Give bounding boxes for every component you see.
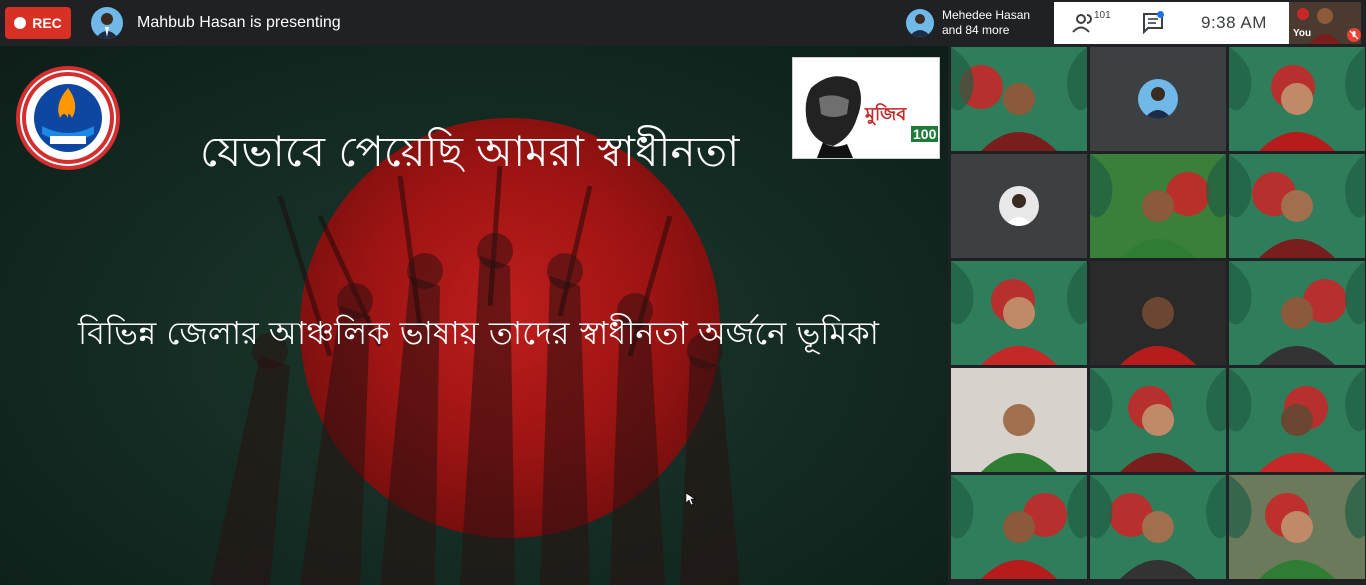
participant-video xyxy=(1229,368,1365,472)
chat-unread-dot xyxy=(1157,11,1164,18)
presenting-status: Mahbub Hasan is presenting xyxy=(137,14,341,31)
clock: 9:38 AM xyxy=(1201,13,1267,32)
participant-video xyxy=(1090,154,1226,258)
freedom-fighters-silhouette xyxy=(210,165,740,585)
mujib-100-logo: মুজিব 100 xyxy=(792,57,940,159)
participant-video xyxy=(951,475,1087,579)
self-label: You xyxy=(1293,28,1312,39)
mujib-text: মুজিব xyxy=(865,104,907,125)
notification-line-2: and 84 more xyxy=(942,23,1010,37)
participant-video xyxy=(981,404,1057,472)
participant-tile-15[interactable] xyxy=(1229,475,1365,579)
participant-tile-6[interactable] xyxy=(1229,154,1365,258)
participant-tile-5[interactable] xyxy=(1090,154,1226,258)
participant-tile-12[interactable] xyxy=(1229,368,1365,472)
participant-tile-13[interactable] xyxy=(951,475,1087,579)
participant-video xyxy=(1229,261,1365,365)
presenter-avatar[interactable] xyxy=(91,7,123,39)
participant-tile-10[interactable] xyxy=(951,368,1087,472)
participant-video xyxy=(1229,47,1365,151)
participant-avatar xyxy=(999,186,1039,226)
participant-video xyxy=(951,47,1087,151)
slide-subtitle: বিভিন্ন জেলার আঞ্চলিক ভাষায় তাদের স্বাধ… xyxy=(78,314,879,352)
school-logo xyxy=(16,66,120,170)
record-dot-icon xyxy=(14,17,27,29)
participant-tile-9[interactable] xyxy=(1229,261,1365,365)
slide-title: যেভাবে পেয়েছি আমরা স্বাধীনতা xyxy=(200,127,740,176)
presentation-slide[interactable]: যেভাবে পেয়েছি আমরা স্বাধীনতা বিভিন্ন জে… xyxy=(0,46,948,585)
participant-tile-14[interactable] xyxy=(1090,475,1226,579)
participant-video xyxy=(1120,297,1196,365)
notification-text: Mehedee Hasan and 84 more xyxy=(942,8,1052,38)
recording-indicator: REC xyxy=(5,7,71,39)
mujib-number: 100 xyxy=(911,126,939,142)
participant-tile-1[interactable] xyxy=(951,47,1087,151)
participant-video xyxy=(951,261,1087,365)
participants-count: 101 xyxy=(1094,10,1111,21)
participant-video xyxy=(1090,368,1226,472)
participant-avatar xyxy=(1138,79,1178,119)
participant-video xyxy=(1229,475,1365,579)
participant-video xyxy=(1229,154,1365,258)
participant-tile-11[interactable] xyxy=(1090,368,1226,472)
participant-tile-2[interactable] xyxy=(1090,47,1226,151)
participant-tile-3[interactable] xyxy=(1229,47,1365,151)
rec-label: REC xyxy=(32,15,62,31)
cursor-icon xyxy=(686,493,696,505)
participant-tile-7[interactable] xyxy=(951,261,1087,365)
participant-video xyxy=(1090,475,1226,579)
mic-off-icon xyxy=(1347,28,1361,42)
notification-line-1: Mehedee Hasan xyxy=(942,8,1031,22)
participant-tile-8[interactable] xyxy=(1090,261,1226,365)
notification-avatar xyxy=(906,9,934,37)
participant-tile-4[interactable] xyxy=(951,154,1087,258)
